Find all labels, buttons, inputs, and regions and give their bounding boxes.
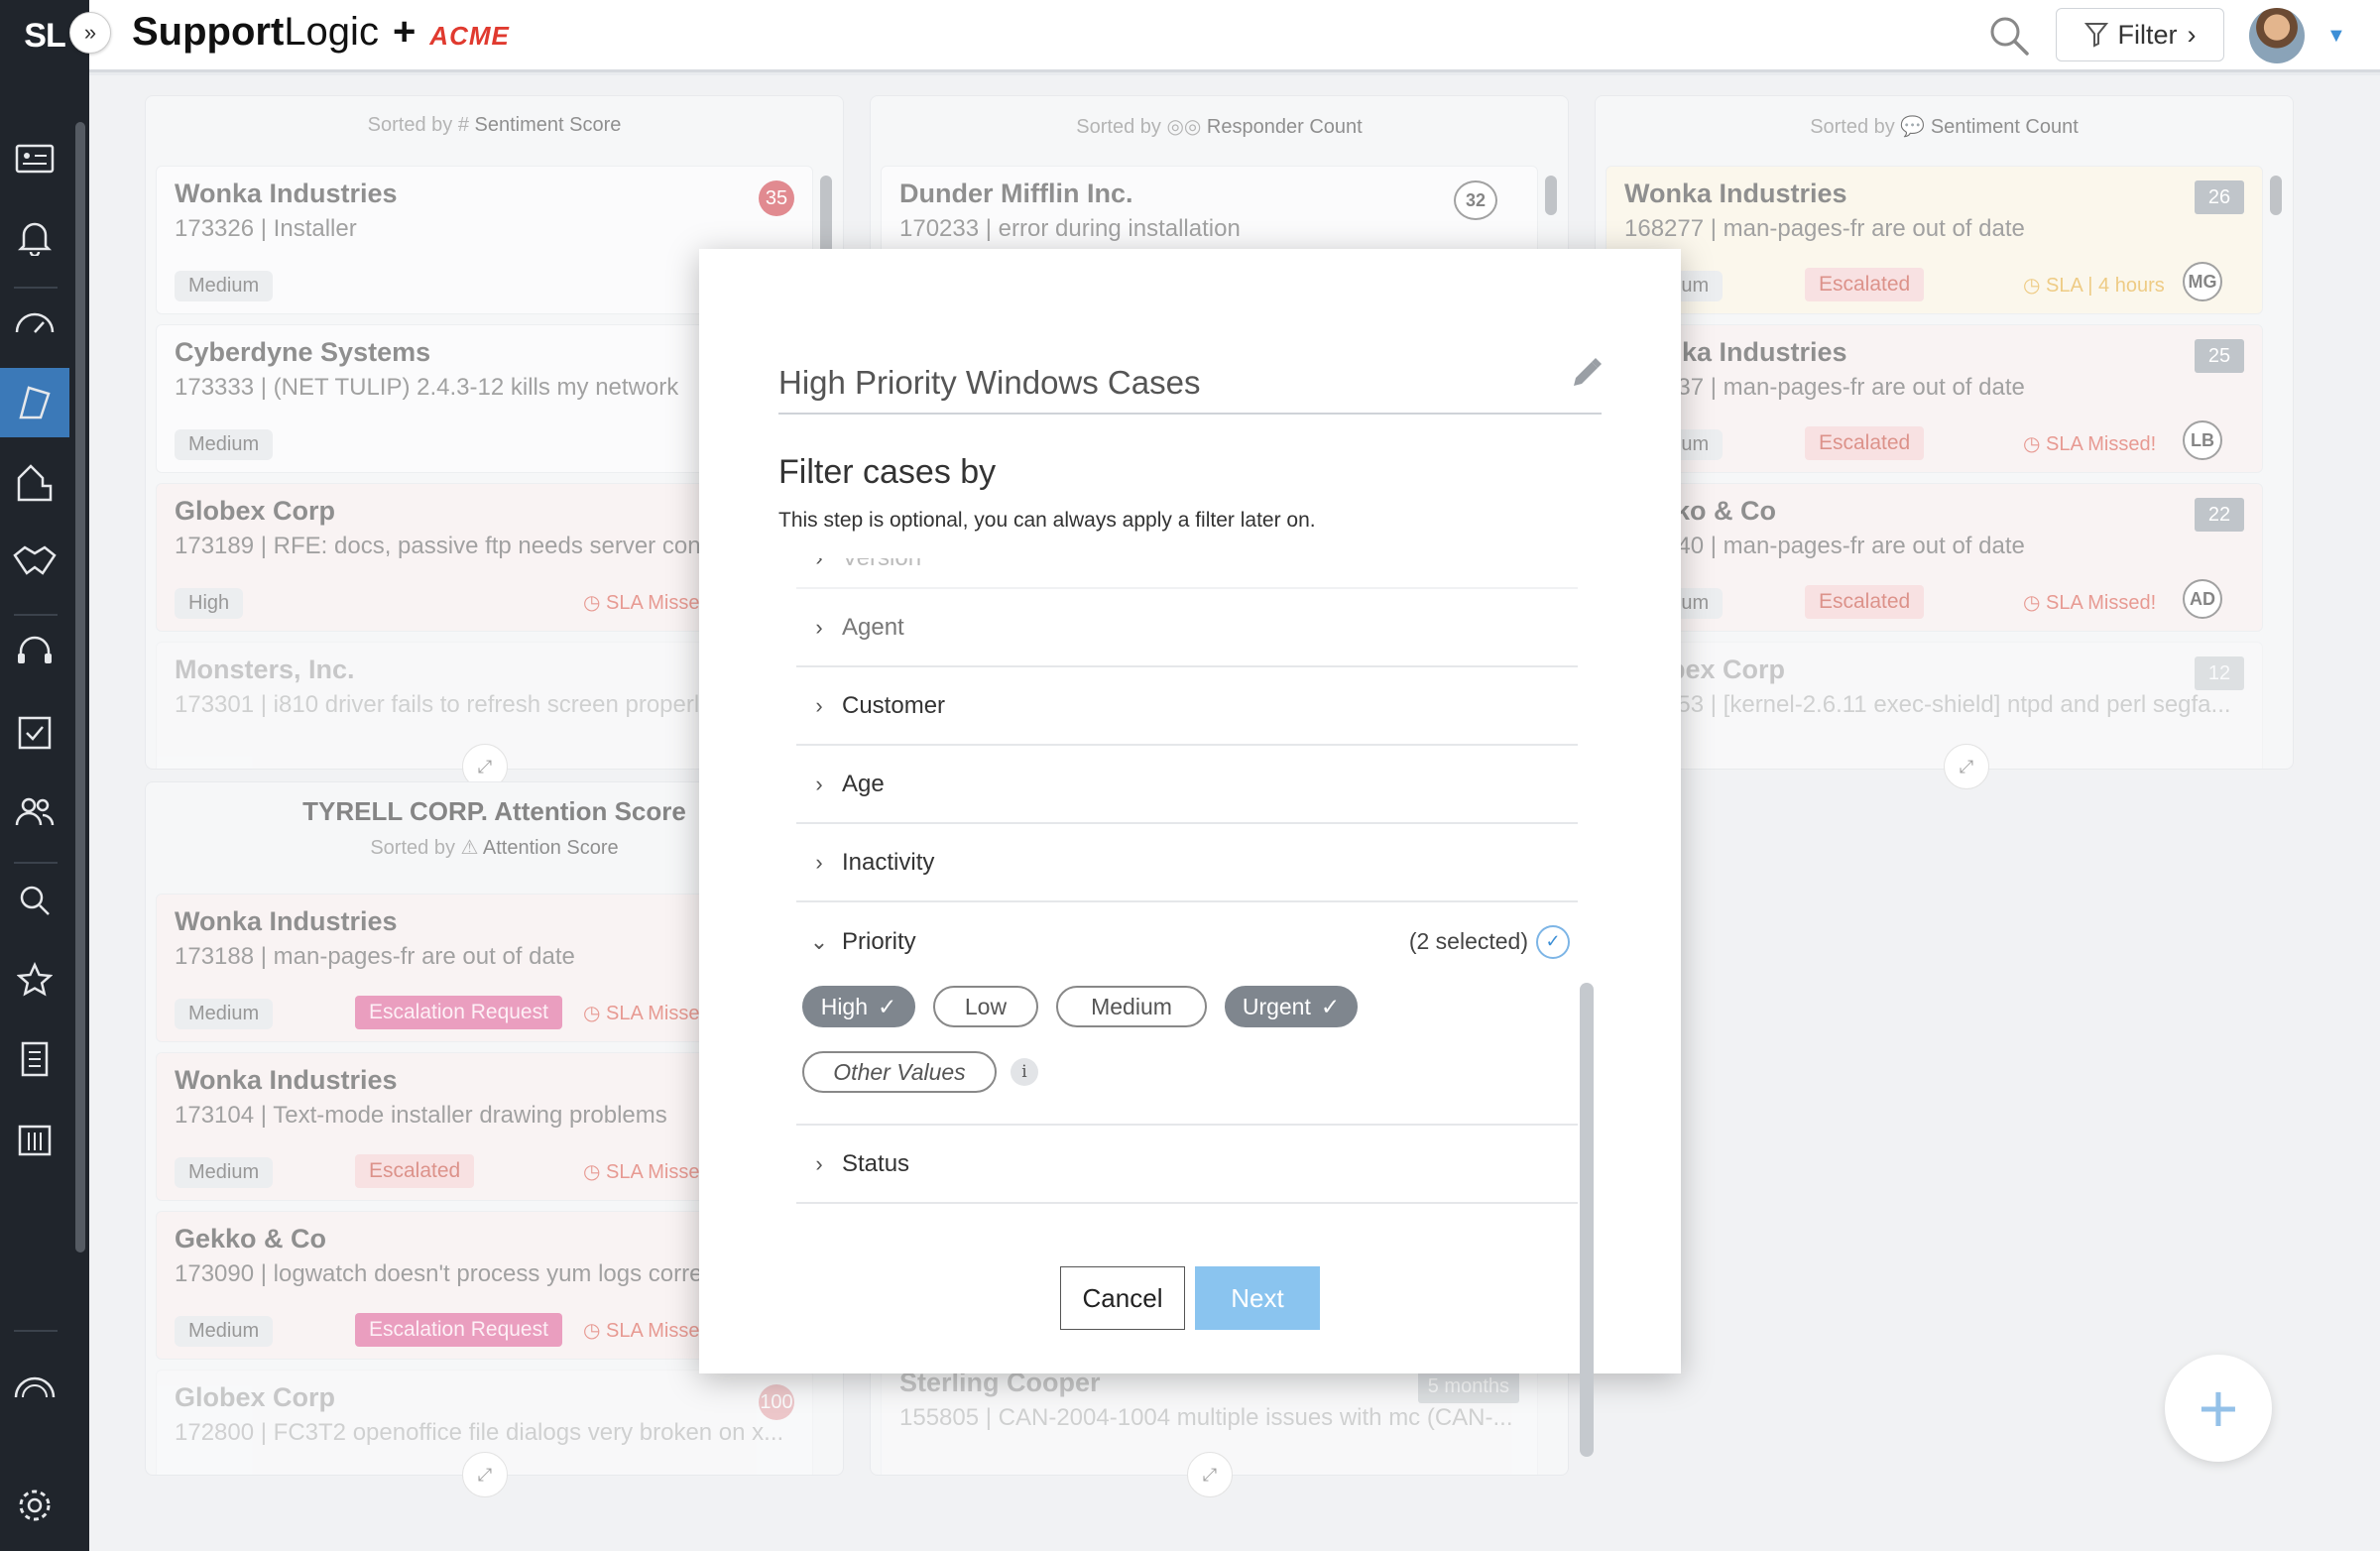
chevron-right-icon: › bbox=[815, 849, 823, 875]
handshake-icon[interactable] bbox=[0, 527, 69, 596]
filter-button[interactable]: Filter › bbox=[2056, 8, 2224, 61]
filter-list: ›Version ›Agent ›Customer ›Age ›Inactivi… bbox=[796, 558, 1578, 1463]
create-view-dialog: Filter cases by This step is optional, y… bbox=[699, 249, 1681, 1457]
priority-chip-high[interactable]: High ✓ bbox=[802, 986, 915, 1027]
view-name-input[interactable] bbox=[778, 353, 1602, 415]
brand-logo: SupportLogic + ACME bbox=[132, 10, 510, 54]
filter-row-age[interactable]: › Age bbox=[796, 746, 1578, 824]
modal-title: Filter cases by bbox=[778, 453, 997, 491]
other-values-chip[interactable]: Other Values bbox=[802, 1051, 997, 1093]
filter-row-inactivity[interactable]: › Inactivity bbox=[796, 824, 1578, 902]
chevron-right-icon: › bbox=[796, 558, 842, 571]
headset-icon[interactable] bbox=[0, 618, 69, 687]
filter-icon bbox=[2083, 23, 2108, 48]
sidebar bbox=[0, 72, 89, 1551]
sidebar-divider bbox=[14, 1330, 58, 1332]
check-icon: ✓ bbox=[1320, 993, 1341, 1019]
sidebar-scrollbar[interactable] bbox=[75, 122, 85, 1253]
people-icon[interactable] bbox=[0, 776, 69, 846]
priority-selected-count: (2 selected) bbox=[1408, 928, 1528, 954]
dashboard-icon[interactable] bbox=[0, 289, 69, 358]
document-icon[interactable] bbox=[0, 1024, 69, 1094]
expand-icon[interactable]: » bbox=[69, 12, 111, 54]
gauge-icon[interactable] bbox=[0, 1352, 69, 1421]
chevron-down-icon: ⌄ bbox=[809, 928, 829, 954]
sidebar-divider bbox=[14, 614, 58, 616]
caret-down-icon[interactable]: ▼ bbox=[2326, 25, 2346, 48]
info-icon[interactable]: i bbox=[1011, 1058, 1038, 1086]
filter-row-agent[interactable]: › Agent bbox=[796, 589, 1578, 667]
filter-list-scrollbar[interactable] bbox=[1580, 983, 1594, 1457]
filter-row-status[interactable]: › Status bbox=[796, 1126, 1578, 1204]
chevron-right-icon: › bbox=[815, 771, 823, 796]
check-icon: ✓ bbox=[878, 993, 897, 1019]
search-icon[interactable] bbox=[1987, 14, 2031, 58]
avatar[interactable] bbox=[2249, 8, 2305, 63]
check-icon: ✓ bbox=[1536, 924, 1570, 959]
filter-row-priority[interactable]: ⌄ Priority (2 selected) ✓ bbox=[796, 902, 1578, 981]
building-icon[interactable] bbox=[0, 1104, 69, 1173]
chevron-right-icon: › bbox=[815, 692, 823, 718]
search-icon[interactable] bbox=[0, 866, 69, 935]
chevron-right-icon: › bbox=[815, 614, 823, 640]
sidebar-divider bbox=[14, 862, 58, 864]
filter-row-customer[interactable]: › Customer bbox=[796, 667, 1578, 746]
checklist-icon[interactable] bbox=[0, 697, 69, 767]
chevron-right-icon: › bbox=[815, 1150, 823, 1176]
cancel-button[interactable]: Cancel bbox=[1060, 1266, 1185, 1330]
star-icon[interactable] bbox=[0, 945, 69, 1014]
escalation-icon[interactable] bbox=[0, 447, 69, 517]
next-button[interactable]: Next bbox=[1195, 1266, 1320, 1330]
filter-row-version[interactable]: ›Version bbox=[796, 558, 1578, 589]
chevron-right-icon: › bbox=[2187, 19, 2197, 50]
priority-chip-medium[interactable]: Medium bbox=[1056, 986, 1207, 1027]
modal-subtitle: This step is optional, you can always ap… bbox=[778, 509, 1316, 532]
id-card-icon[interactable] bbox=[0, 124, 69, 193]
priority-chip-low[interactable]: Low bbox=[933, 986, 1038, 1027]
bell-icon[interactable] bbox=[0, 203, 69, 273]
map-icon[interactable] bbox=[0, 368, 69, 437]
filter-label: Filter bbox=[2117, 19, 2178, 50]
top-bar: SL » SupportLogic + ACME Filter › ▼ bbox=[0, 0, 2380, 72]
priority-chip-urgent[interactable]: Urgent ✓ bbox=[1225, 986, 1358, 1027]
pencil-icon[interactable] bbox=[1566, 354, 1606, 394]
gear-icon[interactable] bbox=[0, 1471, 69, 1540]
